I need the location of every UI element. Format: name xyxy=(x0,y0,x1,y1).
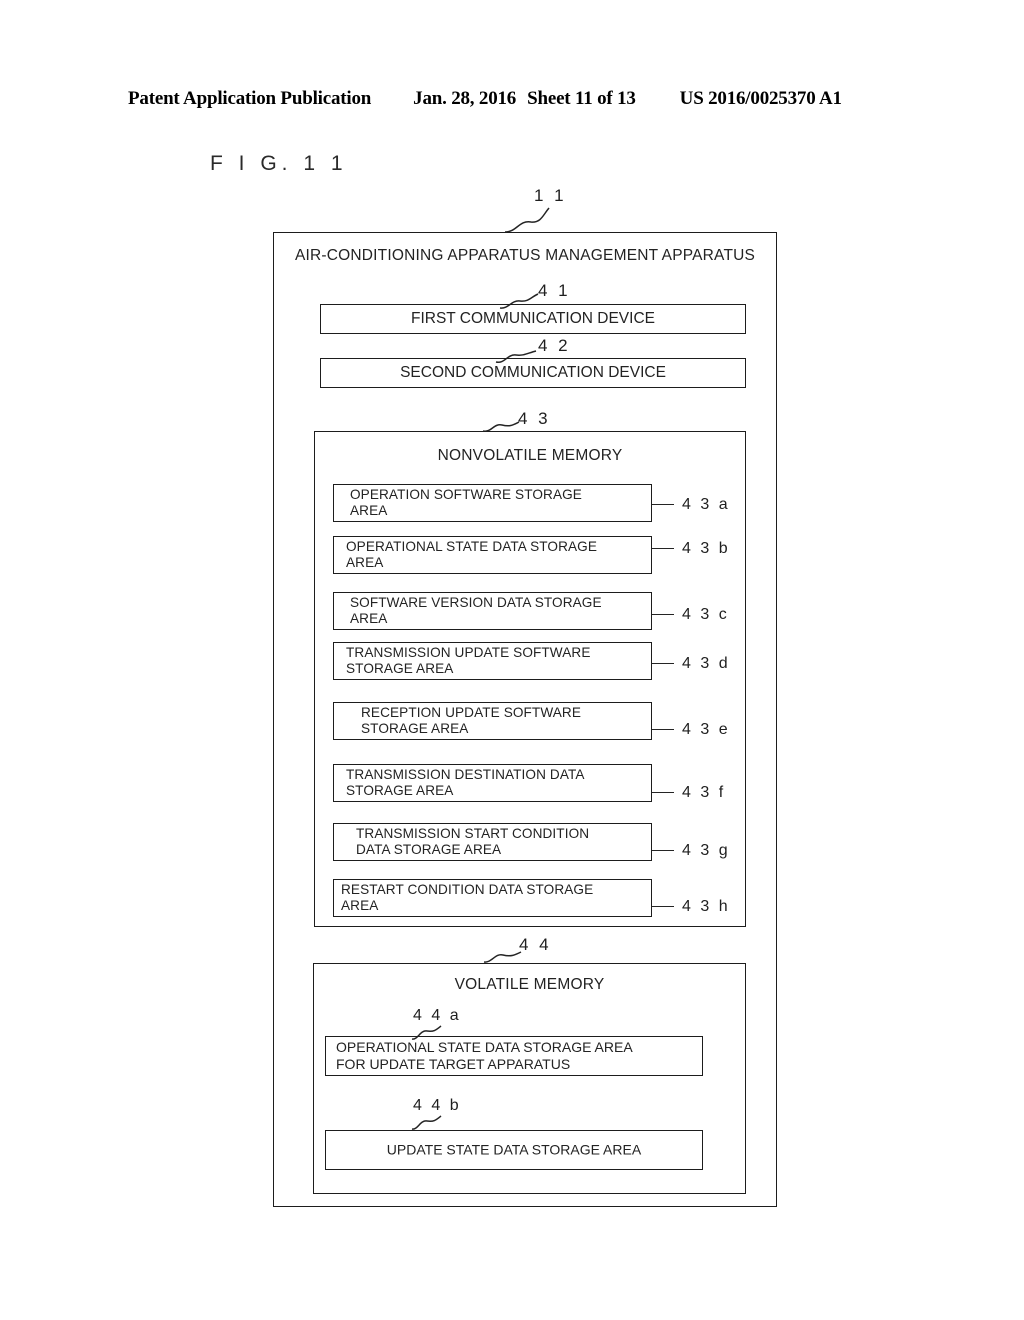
storage-area-box-43g: TRANSMISSION START CONDITION DATA STORAG… xyxy=(333,823,652,861)
header-sheet-number: Sheet 11 of 13 xyxy=(527,88,636,109)
storage-area-label-43d-line1: TRANSMISSION UPDATE SOFTWARE xyxy=(346,645,591,660)
storage-area-label-43b-line2: AREA xyxy=(346,555,384,570)
storage-area-label-43a-line2: AREA xyxy=(350,503,388,518)
storage-area-label-43g-line1: TRANSMISSION START CONDITION xyxy=(356,826,590,841)
leader-dash-43c xyxy=(652,614,674,615)
ref-numeral-43c: 4 3 c xyxy=(682,606,730,623)
second-communication-device-box: SECOND COMMUNICATION DEVICE xyxy=(320,358,746,388)
nonvolatile-memory-title: NONVOLATILE MEMORY xyxy=(437,447,623,464)
leader-dash-43e xyxy=(652,729,674,730)
ref-numeral-43g: 4 3 g xyxy=(682,842,731,859)
storage-area-label-43f-line1: TRANSMISSION DESTINATION DATA xyxy=(346,767,585,782)
storage-area-box-43d: TRANSMISSION UPDATE SOFTWARE STORAGE ARE… xyxy=(333,642,652,680)
ref-numeral-43f: 4 3 f xyxy=(682,784,726,801)
storage-area-label-43f: TRANSMISSION DESTINATION DATA STORAGE AR… xyxy=(346,767,646,799)
outer-box-title: AIR-CONDITIONING APPARATUS MANAGEMENT AP… xyxy=(294,247,756,264)
second-communication-device-label: SECOND COMMUNICATION DEVICE xyxy=(400,364,666,381)
storage-area-label-43h-line2: AREA xyxy=(341,898,379,913)
storage-area-label-43d-line2: STORAGE AREA xyxy=(346,661,454,676)
storage-area-label-43b-line1: OPERATIONAL STATE DATA STORAGE xyxy=(346,539,598,554)
storage-area-box-43b: OPERATIONAL STATE DATA STORAGE AREA xyxy=(333,536,652,574)
storage-area-box-43a: OPERATION SOFTWARE STORAGE AREA xyxy=(333,484,652,522)
storage-area-label-43c-line2: AREA xyxy=(350,611,388,626)
storage-area-label-43b: OPERATIONAL STATE DATA STORAGE AREA xyxy=(346,539,646,571)
ref-numeral-43e: 4 3 e xyxy=(682,721,731,738)
storage-area-label-43f-line2: STORAGE AREA xyxy=(346,783,454,798)
leader-dash-43d xyxy=(652,663,674,664)
ref-numeral-43a: 4 3 a xyxy=(682,496,731,513)
ref-numeral-43b: 4 3 b xyxy=(682,540,731,557)
volatile-memory-title: VOLATILE MEMORY xyxy=(454,976,605,993)
leader-dash-43g xyxy=(652,850,674,851)
storage-area-label-43e-line2: STORAGE AREA xyxy=(361,721,469,736)
storage-area-box-43e: RECEPTION UPDATE SOFTWARE STORAGE AREA xyxy=(333,702,652,740)
storage-area-label-43h: RESTART CONDITION DATA STORAGE AREA xyxy=(341,882,646,914)
ref-numeral-43h: 4 3 h xyxy=(682,898,731,915)
storage-area-label-43c-line1: SOFTWARE VERSION DATA STORAGE xyxy=(350,595,602,610)
figure-label: F I G. 1 1 xyxy=(210,152,348,175)
leader-dash-43h xyxy=(652,906,674,907)
storage-area-label-43g: TRANSMISSION START CONDITION DATA STORAG… xyxy=(356,826,646,858)
ref-numeral-42: 4 2 xyxy=(538,336,571,355)
storage-area-label-43e: RECEPTION UPDATE SOFTWARE STORAGE AREA xyxy=(361,705,646,737)
leader-dash-43b xyxy=(652,548,674,549)
storage-area-label-43a-line1: OPERATION SOFTWARE STORAGE xyxy=(350,487,582,502)
storage-area-label-44a-line2: FOR UPDATE TARGET APPARATUS xyxy=(336,1056,571,1072)
leader-dash-43f xyxy=(652,792,674,793)
storage-area-label-43a: OPERATION SOFTWARE STORAGE AREA xyxy=(350,487,646,519)
storage-area-label-44b: UPDATE STATE DATA STORAGE AREA xyxy=(326,1142,702,1159)
storage-area-box-43c: SOFTWARE VERSION DATA STORAGE AREA xyxy=(333,592,652,630)
storage-area-label-43h-line1: RESTART CONDITION DATA STORAGE xyxy=(341,882,594,897)
first-communication-device-label: FIRST COMMUNICATION DEVICE xyxy=(411,310,655,327)
storage-area-box-43h: RESTART CONDITION DATA STORAGE AREA xyxy=(333,879,652,917)
storage-area-label-43d: TRANSMISSION UPDATE SOFTWARE STORAGE ARE… xyxy=(346,645,646,677)
ref-numeral-44b: 4 4 b xyxy=(413,1097,462,1114)
ref-numeral-11: 1 1 xyxy=(534,186,567,205)
ref-numeral-44a: 4 4 a xyxy=(413,1007,462,1024)
storage-area-label-43e-line1: RECEPTION UPDATE SOFTWARE xyxy=(361,705,582,720)
first-communication-device-box: FIRST COMMUNICATION DEVICE xyxy=(320,304,746,334)
header-date: Jan. 28, 2016 xyxy=(413,88,517,109)
ref-numeral-43d: 4 3 d xyxy=(682,655,731,672)
storage-area-label-44b-line1: UPDATE STATE DATA STORAGE AREA xyxy=(386,1141,642,1158)
storage-area-label-43c: SOFTWARE VERSION DATA STORAGE AREA xyxy=(350,595,646,627)
storage-area-box-44a: OPERATIONAL STATE DATA STORAGE AREA FOR … xyxy=(325,1036,703,1076)
storage-area-label-44a-line1: OPERATIONAL STATE DATA STORAGE AREA xyxy=(336,1039,633,1055)
storage-area-box-43f: TRANSMISSION DESTINATION DATA STORAGE AR… xyxy=(333,764,652,802)
storage-area-label-43g-line2: DATA STORAGE AREA xyxy=(356,842,502,857)
page-header: Patent Application Publication Jan. 28, … xyxy=(128,88,896,110)
header-document-number: US 2016/0025370 A1 xyxy=(679,88,842,109)
storage-area-box-44b: UPDATE STATE DATA STORAGE AREA xyxy=(325,1130,703,1170)
leader-dash-43a xyxy=(652,504,674,505)
storage-area-label-44a: OPERATIONAL STATE DATA STORAGE AREA FOR … xyxy=(336,1039,694,1073)
header-publication-title: Patent Application Publication xyxy=(128,88,372,109)
